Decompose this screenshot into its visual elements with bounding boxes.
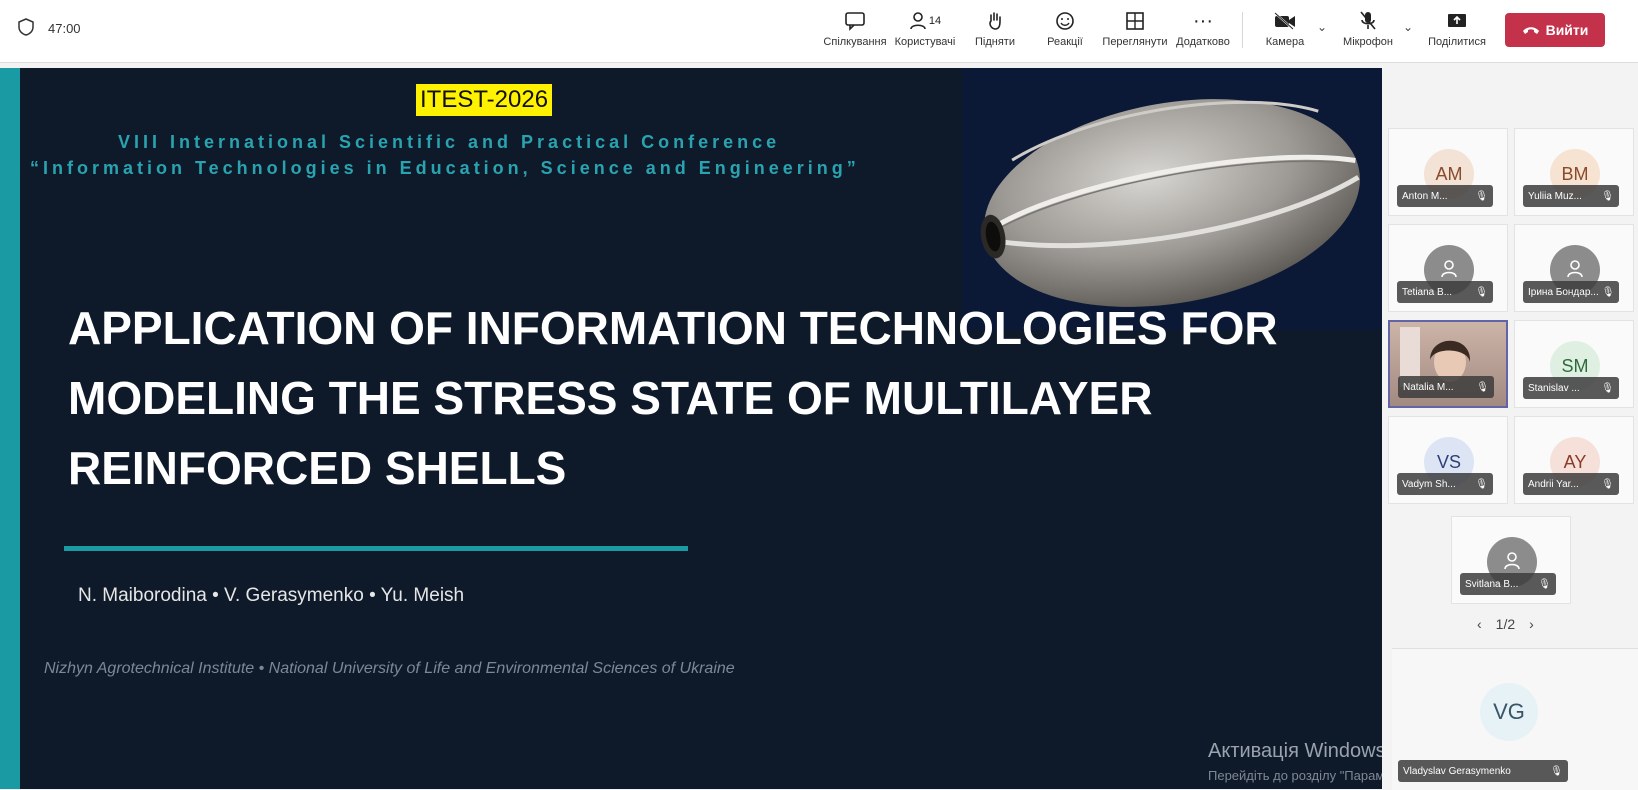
participants-button[interactable]: 14 Користувачі <box>890 8 960 56</box>
mic-muted-icon: 🎙 <box>1475 478 1488 490</box>
self-name-tag: Vladyslav Gerasymenko 🎙 <box>1398 760 1568 782</box>
participant-name-tag: Natalia M... 🎙 <box>1398 376 1494 398</box>
chat-button[interactable]: Спілкування <box>820 8 890 56</box>
windows-activation-title: Активація Windows <box>1208 740 1382 762</box>
react-button[interactable]: Реакції <box>1030 8 1100 56</box>
people-icon: 14 <box>909 8 941 34</box>
participant-tile[interactable]: VS Vadym Sh... 🎙 <box>1388 416 1508 504</box>
conference-badge: ITEST-2026 <box>416 84 553 116</box>
mic-options-chevron-icon[interactable]: ⌄ <box>1403 20 1413 34</box>
mic-off-icon <box>1358 8 1378 34</box>
camera-options-chevron-icon[interactable]: ⌄ <box>1317 20 1327 34</box>
slide-affiliation: Nizhyn Agrotechnical Institute • Nationa… <box>44 660 735 677</box>
meeting-timer: 47:00 <box>48 21 81 36</box>
title-underline <box>64 546 688 551</box>
shared-slide: ITEST-2026 VIII International Scientific… <box>0 68 1382 789</box>
participants-pager: ‹ 1/2 › <box>1477 616 1534 632</box>
shell-illustration <box>962 68 1382 330</box>
participant-name-tag: Svitlana B... 🎙 <box>1460 573 1556 595</box>
camera-button[interactable]: Камера <box>1250 8 1320 56</box>
more-button[interactable]: ··· Додатково <box>1168 8 1238 56</box>
camera-off-icon <box>1273 8 1297 34</box>
mic-muted-icon: 🎙 <box>1550 765 1563 777</box>
participant-name-tag: Anton M... 🎙 <box>1397 185 1493 207</box>
grid-icon <box>1125 8 1145 34</box>
participant-tile[interactable]: Ірина Бондар... 🎙 <box>1514 224 1634 312</box>
view-button[interactable]: Переглянути <box>1100 8 1170 56</box>
participant-name-tag: Andrii Yar... 🎙 <box>1523 473 1619 495</box>
participant-name-tag: Yuliia Muz... 🎙 <box>1523 185 1619 207</box>
leave-button[interactable]: Вийти <box>1505 13 1605 47</box>
hand-icon <box>986 8 1004 34</box>
slide-authors: N. Maiborodina • V. Gerasymenko • Yu. Me… <box>78 585 465 606</box>
mic-muted-icon: 🎙 <box>1475 286 1488 298</box>
raise-hand-button[interactable]: Підняти <box>960 8 1030 56</box>
slide-title: APPLICATION OF INFORMATION TECHNOLOGIES … <box>68 302 1278 494</box>
chevron-right-icon[interactable]: › <box>1529 616 1534 632</box>
page-indicator: 1/2 <box>1495 616 1516 632</box>
participant-tile-active[interactable]: Natalia M... 🎙 <box>1388 320 1508 408</box>
mic-muted-icon: 🎙 <box>1475 190 1488 202</box>
chevron-left-icon[interactable]: ‹ <box>1477 616 1482 632</box>
self-avatar: VG <box>1480 683 1538 741</box>
meeting-status: 47:00 <box>18 18 81 39</box>
windows-activation-hint: Перейдіть до розділу "Параметри", щоб ак… <box>1208 768 1382 783</box>
mic-muted-icon: 🎙 <box>1538 578 1551 590</box>
slide-accent-bar <box>0 68 20 789</box>
participant-name-tag: Tetiana B... 🎙 <box>1397 281 1493 303</box>
participant-tile[interactable]: AM Anton M... 🎙 <box>1388 128 1508 216</box>
participants-count: 14 <box>928 15 942 27</box>
participant-name-tag: Vadym Sh... 🎙 <box>1397 473 1493 495</box>
mic-muted-icon: 🎙 <box>1601 382 1614 394</box>
mic-muted-icon: 🎙 <box>1601 478 1614 490</box>
conference-title-line1: VIII International Scientific and Practi… <box>118 132 781 152</box>
toolbar-divider <box>1242 12 1243 48</box>
participant-tile[interactable]: BM Yuliia Muz... 🎙 <box>1514 128 1634 216</box>
mic-muted-icon: 🎙 <box>1601 286 1615 298</box>
share-button[interactable]: Поділитися <box>1422 8 1492 56</box>
smile-icon <box>1055 8 1075 34</box>
chat-icon <box>844 8 866 34</box>
participant-name-tag: Ірина Бондар... 🎙 <box>1523 281 1619 303</box>
self-view-tile[interactable]: VG Vladyslav Gerasymenko 🎙 <box>1392 648 1638 790</box>
participant-tile[interactable]: Tetiana B... 🎙 <box>1388 224 1508 312</box>
shield-icon <box>18 18 34 39</box>
participant-name-tag: Stanislav ... 🎙 <box>1523 377 1619 399</box>
participant-tile[interactable]: AY Andrii Yar... 🎙 <box>1514 416 1634 504</box>
mic-button[interactable]: Мікрофон <box>1333 8 1403 56</box>
meeting-toolbar: 47:00 Спілкування 14 Користувачі Підняти… <box>0 0 1638 63</box>
participant-tile[interactable]: Svitlana B... 🎙 <box>1451 516 1571 604</box>
mic-muted-icon: 🎙 <box>1601 190 1614 202</box>
phone-hangup-icon <box>1522 22 1540 38</box>
more-dots-icon: ··· <box>1193 9 1213 32</box>
participant-tile[interactable]: SM Stanislav ... 🎙 <box>1514 320 1634 408</box>
share-screen-icon <box>1446 8 1468 34</box>
mic-muted-icon: 🎙 <box>1476 381 1489 393</box>
conference-title-line2: “Information Technologies in Education, … <box>30 158 860 178</box>
